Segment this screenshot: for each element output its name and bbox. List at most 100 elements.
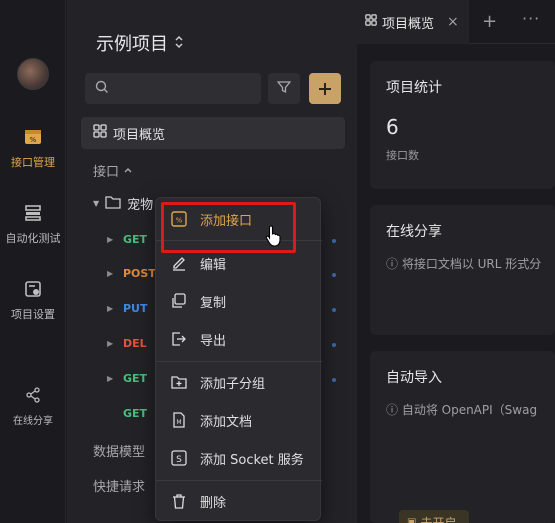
automation-icon <box>22 202 44 224</box>
rail-item-settings[interactable]: 项目设置 <box>0 278 66 322</box>
folder-pets[interactable]: ▼ 宠物 <box>93 194 153 213</box>
filter-button[interactable] <box>268 73 300 104</box>
avatar[interactable] <box>17 58 49 90</box>
rail-label-share: 在线分享 <box>13 416 53 427</box>
status-dot <box>332 239 336 243</box>
method-badge: GET <box>123 233 148 246</box>
caret-right-icon: ▶ <box>107 374 114 383</box>
menu-add-socket[interactable]: S 添加 Socket 服务 <box>156 441 322 475</box>
svg-text:%: % <box>30 136 37 144</box>
close-icon[interactable]: × <box>447 14 459 30</box>
new-tab-button[interactable]: + <box>482 11 497 32</box>
grid-icon <box>365 14 377 30</box>
caret-right-icon: ▶ <box>107 269 114 278</box>
method-badge: GET <box>123 372 148 385</box>
chevron-up-icon <box>123 163 133 178</box>
menu-export[interactable]: 导出 <box>156 322 322 356</box>
folder-icon <box>105 195 121 213</box>
enable-button[interactable]: ▣ 去开启 <box>399 510 469 523</box>
delete-icon <box>171 493 187 509</box>
import-title: 自动导入 <box>386 370 442 386</box>
copy-icon <box>171 293 187 309</box>
add-doc-icon: M <box>171 412 187 428</box>
status-dot <box>332 273 336 277</box>
menu-label: 添加子分组 <box>200 376 266 392</box>
menu-divider <box>156 361 322 362</box>
stats-card: 项目统计 6 接口数 <box>370 61 555 189</box>
add-socket-icon: S <box>171 450 187 466</box>
rail-item-share[interactable]: 在线分享 <box>0 384 66 427</box>
lock-icon: ▣ <box>407 516 417 523</box>
caret-right-icon: ▶ <box>107 304 114 313</box>
section-models-label: 数据模型 <box>93 445 146 460</box>
menu-label: 复制 <box>200 295 227 311</box>
updown-chevron-icon <box>174 35 184 52</box>
share-card: 在线分享 ⓘ 将接口文档以 URL 形式分 <box>370 205 555 335</box>
tab-bar: 项目概览 × + ··· <box>357 0 555 44</box>
menu-label: 编辑 <box>200 257 227 273</box>
svg-text:S: S <box>176 455 182 465</box>
status-dot <box>332 308 336 312</box>
menu-label: 导出 <box>200 333 227 349</box>
more-tabs-button[interactable]: ··· <box>522 9 540 28</box>
menu-add-doc[interactable]: M 添加文档 <box>156 403 322 437</box>
api-item[interactable]: ▶ GET <box>107 233 147 246</box>
menu-label: 添加 Socket 服务 <box>200 452 304 468</box>
grid-icon <box>93 124 107 142</box>
share-icon <box>22 384 44 406</box>
section-quick-label: 快捷请求 <box>93 480 146 495</box>
api-item[interactable]: ▶ POST <box>107 267 156 280</box>
rail-label-automation: 自动化测试 <box>5 232 61 245</box>
method-badge: DEL <box>123 337 147 350</box>
rail-label-api-management: 接口管理 <box>11 156 55 169</box>
import-card: 自动导入 ⓘ 自动将 OpenAPI（Swag <box>370 351 555 523</box>
api-item[interactable]: GET <box>107 407 147 420</box>
app-window: % 接口管理 自动化测试 项目设置 在线分享 示例项目 项目概览 接口 ▼ 宠物… <box>0 0 555 523</box>
method-badge: POST <box>123 267 156 280</box>
tab-overview[interactable]: 项目概览 × <box>357 0 469 44</box>
api-count-label: 接口数 <box>386 149 419 162</box>
tab-label: 项目概览 <box>382 16 435 32</box>
api-management-icon: % <box>22 126 44 148</box>
method-badge: PUT <box>123 302 148 315</box>
api-item[interactable]: ▶ PUT <box>107 302 148 315</box>
hand-cursor-icon <box>265 225 283 251</box>
menu-copy[interactable]: 复制 <box>156 284 322 318</box>
project-selector[interactable]: 示例项目 <box>96 30 184 56</box>
caret-right-icon: ▶ <box>107 235 114 244</box>
enable-label: 去开启 <box>420 515 457 523</box>
caret-right-icon: ▶ <box>107 339 114 348</box>
api-item[interactable]: ▶ DEL <box>107 337 147 350</box>
menu-label: 删除 <box>200 495 227 511</box>
menu-delete[interactable]: 删除 <box>156 484 322 518</box>
filter-icon <box>276 79 292 98</box>
section-quick-requests[interactable]: 快捷请求 <box>93 476 145 495</box>
edit-icon <box>171 255 187 271</box>
search-box[interactable] <box>85 73 261 104</box>
add-button[interactable] <box>309 73 341 104</box>
rail-item-automation[interactable]: 自动化测试 <box>0 202 66 246</box>
menu-add-subgroup[interactable]: 添加子分组 <box>156 365 322 399</box>
section-data-models[interactable]: 数据模型 <box>93 441 145 460</box>
svg-text:M: M <box>176 419 181 426</box>
api-item[interactable]: ▶ GET <box>107 372 147 385</box>
status-dot <box>332 378 336 382</box>
section-api-label: 接口 <box>93 165 120 180</box>
rail-label-settings: 项目设置 <box>11 308 55 321</box>
plus-icon <box>318 77 332 101</box>
sidebar-item-overview[interactable]: 项目概览 <box>81 117 345 149</box>
left-rail: % 接口管理 自动化测试 项目设置 在线分享 <box>0 0 66 523</box>
rail-item-api-management[interactable]: % 接口管理 <box>0 126 66 170</box>
api-count: 6 <box>386 115 399 139</box>
menu-divider <box>156 480 322 481</box>
import-info: ⓘ 自动将 OpenAPI（Swag <box>386 403 538 417</box>
export-icon <box>171 331 187 347</box>
add-subgroup-icon <box>171 374 187 390</box>
caret-down-icon: ▼ <box>93 199 100 208</box>
folder-label: 宠物 <box>127 198 154 213</box>
search-icon <box>95 79 109 98</box>
share-title: 在线分享 <box>386 224 442 240</box>
overview-label: 项目概览 <box>113 127 166 143</box>
search-input[interactable] <box>115 81 255 96</box>
section-api-header[interactable]: 接口 <box>93 161 133 180</box>
